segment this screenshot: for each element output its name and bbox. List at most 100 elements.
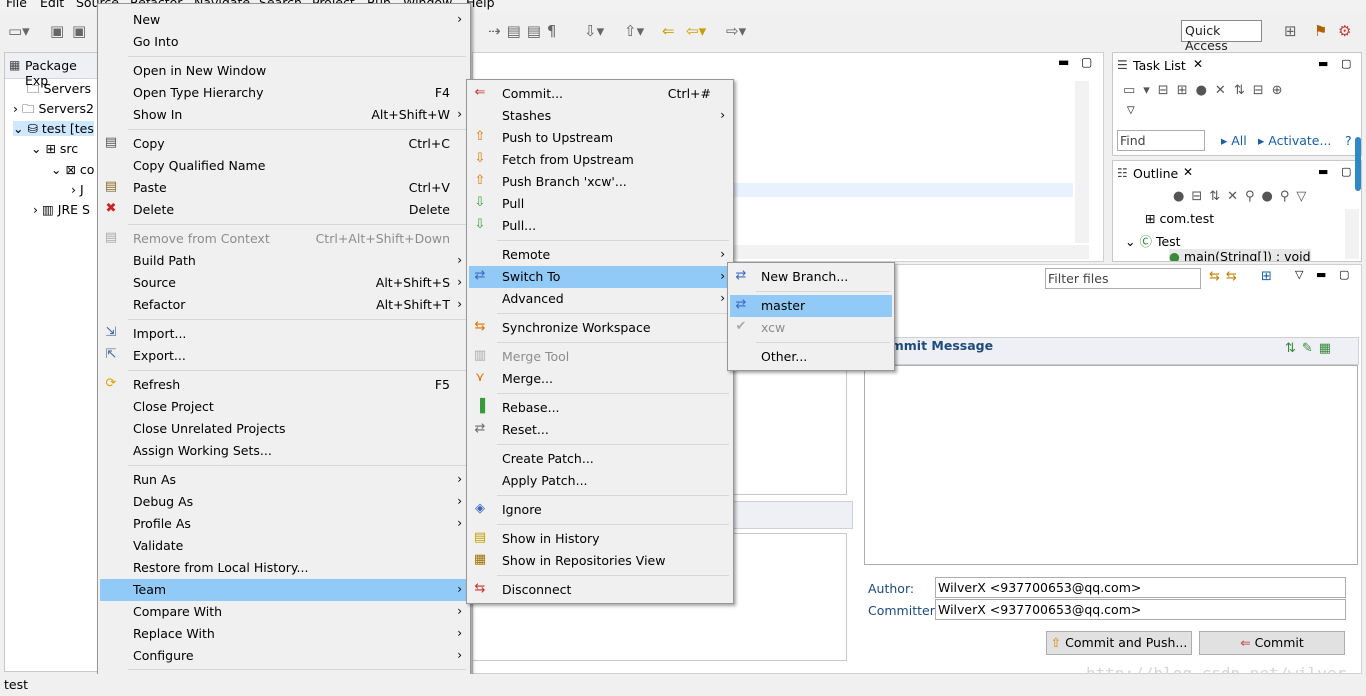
menu-item-close-project[interactable]: Close Project <box>100 396 468 418</box>
menu-item-export[interactable]: ⇱ Export... <box>100 345 468 367</box>
activate-link[interactable]: ▸ Activate... <box>1258 133 1331 148</box>
menu-item-pull[interactable]: ⇩ Pull... <box>469 215 731 237</box>
outline-scrollbar[interactable] <box>1345 209 1359 259</box>
menu-file[interactable]: File <box>6 0 27 10</box>
toolbar-icon-group[interactable]: ⇢▤▤¶ <box>488 22 562 40</box>
menu-item-refresh[interactable]: ⟳ Refresh F5 <box>100 374 468 396</box>
menu-item-show-in-repositories-view[interactable]: ▦ Show in Repositories View <box>469 550 731 572</box>
tree-item[interactable]: 🗀 Servers <box>27 80 91 101</box>
menu-item-push-branch-xcw[interactable]: ⇧ Push Branch 'xcw'... <box>469 171 731 193</box>
menu-edit[interactable]: Edit <box>40 0 64 10</box>
menu-item-push-to-upstream[interactable]: ⇧ Push to Upstream <box>469 127 731 149</box>
all-link[interactable]: ▸ All <box>1221 133 1247 148</box>
forward-icon[interactable]: ⇨▾ <box>726 22 746 40</box>
menu-item-compare-with[interactable]: Compare With › <box>100 601 468 623</box>
save-icon[interactable]: ▣ <box>50 22 64 40</box>
editor-maximize-icon[interactable]: ▢ <box>1081 55 1092 69</box>
menu-item-merge-tool[interactable]: ▥ Merge Tool <box>469 346 731 368</box>
menu-item-paste[interactable]: ▤ Paste Ctrl+V <box>100 177 468 199</box>
quick-access-input[interactable]: Quick Access <box>1181 20 1262 53</box>
tree-item[interactable]: ⌄ ⊠ co <box>51 162 94 177</box>
staging-minimize-icon[interactable]: ▬ <box>1316 268 1326 281</box>
menu-item-show-in[interactable]: Show In Alt+Shift+W › <box>100 104 468 126</box>
close-icon[interactable]: ✕ <box>1183 165 1193 179</box>
menu-item-replace-with[interactable]: Replace With › <box>100 623 468 645</box>
menu-item-apply-patch[interactable]: Apply Patch... <box>469 470 731 492</box>
staging-toolbar-icons[interactable]: ⇆⇆ <box>1209 269 1243 284</box>
open-perspective-icon[interactable]: ⊞ <box>1284 22 1297 40</box>
prev-annotation-icon[interactable]: ⇧▾ <box>624 22 644 40</box>
tree-item[interactable]: ⌄ ⛁ test [tes <box>13 121 94 136</box>
menu-item-debug-as[interactable]: Debug As › <box>100 491 468 513</box>
menu-item-copy[interactable]: ▤ Copy Ctrl+C <box>100 133 468 155</box>
outline-minimize-icon[interactable]: ▬ <box>1318 165 1328 178</box>
menu-item-stashes[interactable]: Stashes › <box>469 105 731 127</box>
next-annotation-icon[interactable]: ⇩▾ <box>584 22 604 40</box>
menu-item-copy-qualified-name[interactable]: Copy Qualified Name <box>100 155 468 177</box>
new-icon[interactable]: ▭▾ <box>8 22 30 40</box>
menu-item-new[interactable]: New › <box>100 9 468 31</box>
staging-view-menu-icon[interactable]: ▽ <box>1295 268 1303 281</box>
menu-item-import[interactable]: ⇲ Import... <box>100 323 468 345</box>
sash-handle[interactable] <box>1355 137 1361 191</box>
commit-button[interactable]: ⇐ Commit <box>1199 631 1345 655</box>
last-edit-icon[interactable]: ⇐ <box>662 22 675 40</box>
menu-item-run-as[interactable]: Run As › <box>100 469 468 491</box>
menu-item-synchronize-workspace[interactable]: ⇆ Synchronize Workspace <box>469 317 731 339</box>
tree-item[interactable]: › 🗀 Servers2 <box>13 100 94 121</box>
outline-tab[interactable]: ☷ Outline ✕ ▬ ▢ <box>1113 161 1361 187</box>
menu-item-open-type-hierarchy[interactable]: Open Type Hierarchy F4 <box>100 82 468 104</box>
menu-item-open-in-new-window[interactable]: Open in New Window <box>100 60 468 82</box>
editor-minimize-icon[interactable]: ▬ <box>1058 55 1069 69</box>
git-perspective-icon[interactable]: ⚙ <box>1338 22 1351 40</box>
menu-item-master[interactable]: ⇄ master <box>730 295 892 317</box>
menu-item-show-in-history[interactable]: ▤ Show in History <box>469 528 731 550</box>
task-list-tab[interactable]: ☰ Task List ✕ ▬ ▢ <box>1113 53 1361 79</box>
save-all-icon[interactable]: ▣ <box>72 22 86 40</box>
menu-item-rebase[interactable]: ▐ Rebase... <box>469 397 731 419</box>
menu-item-new-branch[interactable]: ⇄ New Branch... <box>730 266 892 288</box>
editor-vscrollbar[interactable] <box>1075 81 1089 243</box>
task-minimize-icon[interactable]: ▬ <box>1318 57 1328 70</box>
menu-item-configure[interactable]: Configure › <box>100 645 468 667</box>
help-icon[interactable]: ? <box>1345 133 1352 148</box>
menu-item-ignore[interactable]: ◈ Ignore <box>469 499 731 521</box>
commit-and-push-button[interactable]: ⇧ Commit and Push... <box>1046 631 1192 655</box>
task-view-menu-icon[interactable]: ▽ <box>1127 105 1135 116</box>
menu-item-source[interactable]: Source Alt+Shift+S › <box>100 272 468 294</box>
menu-item-build-path[interactable]: Build Path › <box>100 250 468 272</box>
menu-item-disconnect[interactable]: ⇆ Disconnect <box>469 579 731 601</box>
menu-item-go-into[interactable]: Go Into <box>100 31 468 53</box>
author-field[interactable]: WilverX <937700653@qq.com> <box>935 577 1346 598</box>
menu-item-remove-from-context[interactable]: ▤ Remove from Context Ctrl+Alt+Shift+Down <box>100 228 468 250</box>
outline-toolbar-icons[interactable]: ●⊟⇅✕⚲●⚲▽ <box>1173 189 1313 204</box>
close-icon[interactable]: ✕ <box>1193 57 1203 71</box>
presentation-icon[interactable]: ⊞ <box>1261 269 1272 284</box>
menu-item-merge[interactable]: ⋎ Merge... <box>469 368 731 390</box>
outline-maximize-icon[interactable]: ▢ <box>1341 165 1351 178</box>
menu-item-reset[interactable]: ⇄ Reset... <box>469 419 731 441</box>
menu-item-xcw[interactable]: ✔ xcw <box>730 317 892 339</box>
outline-item[interactable]: ⊞ com.test <box>1145 211 1214 226</box>
menu-item-advanced[interactable]: Advanced › <box>469 288 731 310</box>
committer-field[interactable]: WilverX <937700653@qq.com> <box>935 599 1346 620</box>
staging-maximize-icon[interactable]: ▢ <box>1339 268 1349 281</box>
menu-item-team[interactable]: Team › <box>100 579 468 601</box>
menu-item-refactor[interactable]: Refactor Alt+Shift+T › <box>100 294 468 316</box>
menu-item-close-unrelated-projects[interactable]: Close Unrelated Projects <box>100 418 468 440</box>
task-find-input[interactable]: Find <box>1117 130 1205 151</box>
menu-item-create-patch[interactable]: Create Patch... <box>469 448 731 470</box>
menu-item-fetch-from-upstream[interactable]: ⇩ Fetch from Upstream <box>469 149 731 171</box>
menu-item-assign-working-sets[interactable]: Assign Working Sets... <box>100 440 468 462</box>
outline-item[interactable]: ● main(String[]) : void <box>1169 249 1311 261</box>
menu-item-validate[interactable]: Validate <box>100 535 468 557</box>
tree-item[interactable]: › J <box>71 182 84 197</box>
tree-item[interactable]: ⌄ ⊞ src <box>31 141 78 156</box>
back-icon[interactable]: ⇦▾ <box>686 22 706 40</box>
commit-message-icons[interactable]: ⇅✎▦ <box>1285 341 1337 356</box>
filter-files-input[interactable]: Filter files <box>1045 268 1201 289</box>
task-maximize-icon[interactable]: ▢ <box>1341 57 1351 70</box>
menu-item-profile-as[interactable]: Profile As › <box>100 513 468 535</box>
commit-message-textarea[interactable] <box>864 365 1358 565</box>
menu-item-pull[interactable]: ⇩ Pull <box>469 193 731 215</box>
